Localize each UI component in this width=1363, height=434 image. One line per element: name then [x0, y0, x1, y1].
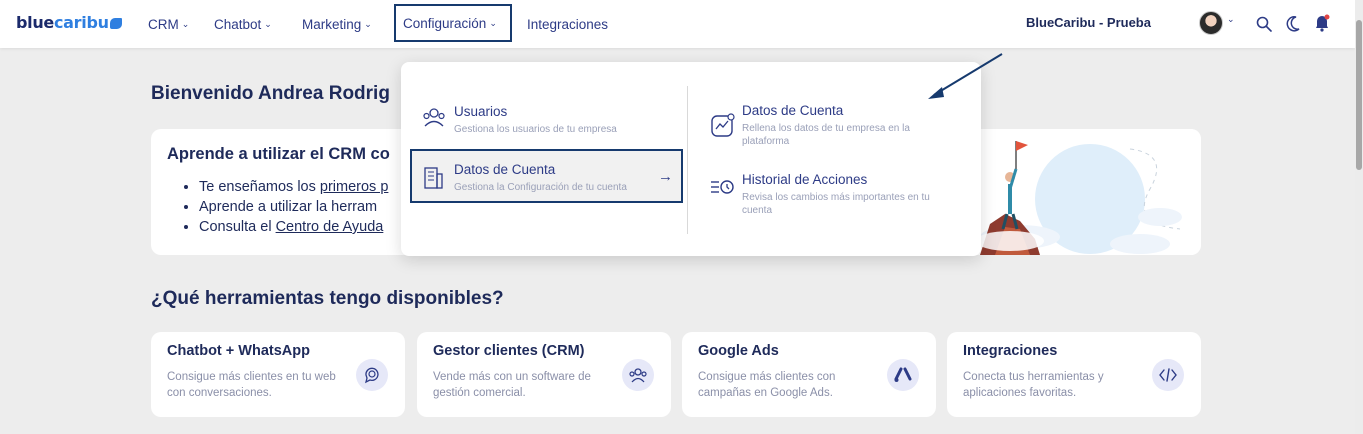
tool-title: Gestor clientes (CRM) [433, 343, 585, 359]
top-bar: bluecaribu CRM ⌄ Chatbot ⌄ Marketing ⌄ Conf… [0, 0, 1355, 48]
menu-item-historial[interactable]: Historial de Acciones Revisa los cambios… [711, 172, 942, 217]
menu-item-desc: Rellena los datos de tu empresa en la pl… [742, 123, 910, 147]
chart-growth-icon [711, 113, 735, 137]
help-center-link[interactable]: Centro de Ayuda [276, 219, 384, 235]
arrow-right-icon: → [658, 168, 673, 185]
learn-item: Consulta el Centro de Ayuda [199, 219, 388, 235]
logo[interactable]: bluecaribu [16, 13, 122, 32]
building-icon [424, 167, 443, 189]
learn-link[interactable]: primeros p [320, 179, 389, 195]
bell-icon[interactable] [1314, 14, 1330, 32]
google-ads-icon [887, 359, 919, 391]
nav-marketing-label: Marketing [302, 16, 362, 32]
menu-item-desc: Gestiona la Configuración de tu cuenta [454, 182, 627, 193]
nav-crm-label: CRM [148, 16, 179, 32]
learn-item: Aprende a utilizar la herram [199, 199, 388, 215]
menu-item-title: Datos de Cuenta [454, 162, 556, 177]
menu-item-datos-cuenta[interactable]: Datos de Cuenta Gestiona la Configuració… [424, 162, 654, 194]
nav-integraciones[interactable]: Integraciones [527, 0, 608, 48]
nav-chatbot-label: Chatbot [214, 16, 262, 32]
dropdown-divider [687, 86, 688, 234]
learn-item: Te enseñamos los primeros p [199, 179, 388, 195]
welcome-title: Bienvenido Andrea Rodrig [151, 83, 390, 104]
code-icon [1152, 359, 1184, 391]
chevron-down-icon: ⌄ [264, 18, 272, 29]
menu-item-datos-cuenta-empresa[interactable]: Datos de Cuenta Rellena los datos de tu … [711, 103, 942, 148]
tool-card-chatbot[interactable]: Chatbot + WhatsApp Consigue más clientes… [151, 332, 405, 417]
tool-card-crm[interactable]: Gestor clientes (CRM) Vende más con un s… [417, 332, 671, 417]
scrollbar[interactable] [1355, 0, 1363, 434]
account-name[interactable]: BlueCaribu - Prueba [1026, 15, 1151, 30]
menu-item-desc: Gestiona los usuarios de tu empresa [454, 124, 617, 135]
chevron-down-icon: ⌄ [181, 18, 190, 29]
users-icon [423, 108, 445, 127]
tool-title: Google Ads [698, 343, 779, 359]
users-icon [622, 359, 654, 391]
tool-desc: Consigue más clientes en tu web con conv… [167, 371, 336, 399]
annotation-arrow-icon [928, 53, 1003, 99]
mountain-flag-illustration [980, 129, 1201, 255]
menu-item-title: Historial de Acciones [742, 172, 868, 187]
caribu-logo-icon [109, 18, 122, 29]
scrollbar-thumb[interactable] [1356, 20, 1362, 170]
history-list-icon [711, 180, 734, 194]
moon-icon[interactable] [1286, 16, 1300, 32]
nav-marketing[interactable]: Marketing ⌄ [302, 0, 372, 48]
tools-title: ¿Qué herramientas tengo disponibles? [151, 288, 504, 309]
chevron-down-icon[interactable]: ⌄ [1227, 14, 1235, 25]
menu-item-title: Usuarios [454, 104, 508, 119]
tool-desc: Consigue más clientes con campañas en Go… [698, 371, 836, 399]
nav-chatbot[interactable]: Chatbot ⌄ [214, 0, 272, 48]
learn-title: Aprende a utilizar el CRM co [167, 145, 390, 163]
learn-list: Te enseñamos los primeros p Aprende a ut… [199, 179, 388, 239]
configuracion-dropdown: Usuarios Gestiona los usuarios de tu emp… [401, 62, 981, 256]
tool-card-integraciones[interactable]: Integraciones Conecta tus herramientas y… [947, 332, 1201, 417]
nav-crm[interactable]: CRM ⌄ [148, 0, 189, 48]
tool-title: Chatbot + WhatsApp [167, 343, 310, 359]
avatar[interactable] [1199, 11, 1223, 35]
menu-item-usuarios[interactable]: Usuarios Gestiona los usuarios de tu emp… [423, 104, 654, 136]
tool-desc: Conecta tus herramientas y aplicaciones … [963, 371, 1104, 399]
menu-item-title: Datos de Cuenta [742, 103, 844, 118]
search-icon[interactable] [1256, 16, 1272, 32]
chevron-down-icon: ⌄ [489, 17, 497, 28]
chat-icon [356, 359, 388, 391]
chevron-down-icon: ⌄ [364, 18, 372, 29]
tool-card-google-ads[interactable]: Google Ads Consigue más clientes con cam… [682, 332, 936, 417]
nav-configuracion[interactable]: Configuración ⌄ [394, 4, 512, 42]
nav-configuracion-label: Configuración [403, 15, 487, 31]
menu-item-desc: Revisa los cambios más importantes en tu… [742, 192, 930, 216]
nav-integraciones-label: Integraciones [527, 16, 609, 32]
tool-desc: Vende más con un software de gestión com… [433, 371, 591, 399]
tool-title: Integraciones [963, 343, 1058, 359]
